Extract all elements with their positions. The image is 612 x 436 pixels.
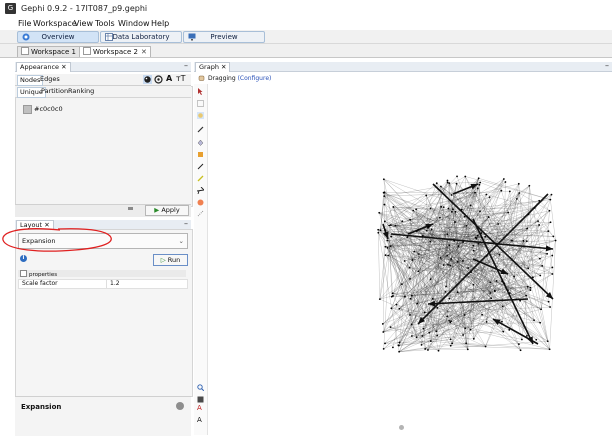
graph-mode-label: Dragging (Configure) [208, 75, 271, 82]
pencil-icon[interactable] [197, 126, 204, 133]
properties-header[interactable]: properties [18, 270, 186, 277]
background-color-icon[interactable] [197, 396, 204, 403]
run-label: Run [168, 256, 180, 264]
font-size-icon[interactable]: A [197, 417, 204, 424]
splitter-handle-icon[interactable] [399, 425, 404, 430]
edge-pencil-icon[interactable] [197, 163, 204, 170]
rectangle-select-icon[interactable] [197, 100, 204, 107]
appearance-panel-header: Appearance ✕ – [15, 62, 191, 72]
property-key: Scale factor [22, 280, 58, 288]
highlight-icon[interactable] [197, 175, 204, 182]
graph-title: Graph [199, 63, 219, 71]
color-value: #c0c0c0 [34, 105, 63, 113]
layout-description-title: Expansion [21, 403, 61, 411]
tab-ranking[interactable]: Ranking [66, 87, 96, 96]
minimize-icon[interactable]: – [605, 62, 609, 70]
label-size-icon[interactable]: тT [176, 74, 186, 83]
menu-view[interactable]: View [74, 19, 93, 28]
play-icon: ▶ [154, 206, 159, 214]
title-bar: G Gephi 0.9.2 - 17IT087_p9.gephi [0, 0, 612, 18]
close-icon[interactable]: ✕ [221, 63, 226, 71]
menu-tools[interactable]: Tools [95, 19, 115, 28]
painter-icon[interactable] [197, 139, 204, 146]
apply-button[interactable]: ▶ Apply [145, 205, 189, 216]
font-color-icon[interactable]: A [197, 405, 204, 412]
info-icon[interactable]: i [20, 255, 27, 262]
workspace-icon [21, 47, 29, 55]
appearance-tool-icons: A тT [143, 75, 191, 84]
minimize-icon[interactable]: – [184, 220, 188, 228]
tab-workspace-2[interactable]: Workspace 2✕ [79, 46, 151, 57]
hand-icon [198, 74, 205, 81]
pointer-icon[interactable] [197, 88, 204, 95]
preview-button[interactable]: Preview [183, 31, 265, 43]
data-laboratory-button[interactable]: Data Laboratory [100, 31, 182, 43]
drag-icon[interactable] [197, 112, 204, 119]
tab-workspace-1-label: Workspace 1 [31, 48, 76, 56]
property-row[interactable]: Scale factor 1.2 [18, 279, 188, 289]
appearance-element-tabs: Nodes Edges A тT [15, 74, 191, 86]
window-title: Gephi 0.9.2 - 17IT087_p9.gephi [21, 4, 147, 13]
preview-label: Preview [184, 32, 264, 42]
label-color-icon[interactable]: A [166, 74, 172, 83]
appearance-title: Appearance [20, 63, 59, 71]
collapse-icon[interactable] [20, 270, 27, 277]
gephi-logo-icon: G [5, 3, 16, 14]
minimize-icon[interactable]: – [184, 62, 188, 70]
heat-map-icon[interactable] [197, 199, 204, 206]
overview-label: Overview [18, 32, 98, 42]
property-value[interactable]: 1.2 [106, 280, 120, 288]
workspace-tab-bar: Workspace 1 ✕ Workspace 2✕ [0, 44, 612, 58]
menu-workspace[interactable]: Workspace [33, 19, 77, 28]
size-icon[interactable] [154, 75, 163, 84]
menu-bar: File Workspace View Tools Window Help [0, 18, 612, 30]
menu-window[interactable]: Window [118, 19, 150, 28]
menu-file[interactable]: File [18, 19, 31, 28]
graph-edges [378, 176, 555, 351]
layout-description [15, 396, 191, 436]
mode-bar: Overview Data Laboratory Preview [0, 30, 612, 44]
close-icon[interactable]: ✕ [141, 48, 147, 56]
properties-label: properties [29, 272, 57, 278]
workspace-icon [83, 47, 91, 55]
menu-help[interactable]: Help [151, 19, 169, 28]
status-indicator-icon [176, 402, 184, 410]
tab-edges[interactable]: Edges [38, 75, 62, 84]
palette-icon[interactable] [143, 75, 152, 84]
close-icon[interactable]: ✕ [61, 63, 66, 71]
graph-canvas[interactable] [208, 84, 612, 435]
dragging-text: Dragging [208, 75, 236, 82]
shortest-path-icon[interactable] [197, 187, 204, 194]
graph-tools-sidebar: A A [194, 84, 208, 435]
red-highlight-annotation [0, 224, 118, 256]
collapse-icon[interactable] [128, 207, 133, 210]
run-button[interactable]: ▷ Run [153, 254, 188, 266]
play-icon: ▷ [161, 256, 166, 264]
brush-icon[interactable] [197, 151, 204, 158]
zoom-icon[interactable] [197, 384, 204, 391]
graph-tab[interactable]: Graph ✕ [195, 62, 230, 72]
appearance-mode-tabs: Unique Partition Ranking [15, 86, 191, 98]
appearance-tab[interactable]: Appearance ✕ [16, 62, 71, 72]
configure-link[interactable]: (Configure) [238, 75, 272, 82]
node-pencil-icon[interactable] [197, 210, 204, 217]
apply-label: Apply [161, 206, 179, 214]
chevron-down-icon: ⌄ [179, 234, 184, 248]
graph-panel-header: Graph ✕ – [194, 62, 612, 72]
overview-button[interactable]: Overview [17, 31, 99, 43]
data-laboratory-label: Data Laboratory [101, 32, 181, 42]
color-swatch[interactable] [23, 105, 32, 114]
tab-workspace-2-label: Workspace 2 [93, 48, 138, 56]
